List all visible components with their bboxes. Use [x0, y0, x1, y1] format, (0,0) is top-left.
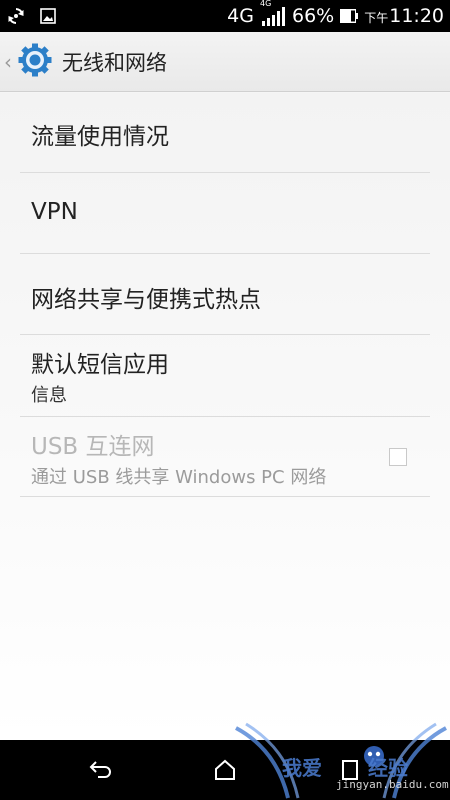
gallery-icon — [40, 8, 56, 24]
home-icon[interactable] — [212, 757, 238, 783]
settings-item-tethering-hotspot[interactable]: 网络共享与便携式热点 — [20, 254, 430, 335]
sync-icon — [6, 6, 26, 26]
status-left-icons — [6, 6, 56, 26]
clock: 11:20 — [389, 5, 444, 27]
settings-item-data-usage[interactable]: 流量使用情况 — [20, 93, 430, 173]
signal-sub-label: 4G — [259, 0, 272, 8]
action-bar[interactable]: ‹ 无线和网络 — [0, 32, 450, 92]
settings-item-title: VPN — [31, 199, 78, 225]
navigation-bar — [0, 740, 450, 800]
status-right: 4G 4G 66% 下午 11:20 — [227, 0, 444, 27]
page-title: 无线和网络 — [62, 50, 167, 75]
status-bar: 4G 4G 66% 下午 11:20 — [0, 0, 450, 32]
chevron-left-icon[interactable]: ‹ — [4, 50, 18, 74]
settings-item-title: USB 互连网 — [31, 434, 155, 460]
recents-icon[interactable] — [337, 757, 363, 783]
usb-internet-checkbox[interactable] — [389, 448, 407, 466]
battery-percent: 66% — [291, 5, 335, 27]
settings-item-usb-internet[interactable]: USB 互连网 通过 USB 线共享 Windows PC 网络 — [20, 417, 430, 497]
battery-icon — [340, 9, 359, 23]
settings-item-summary: 信息 — [31, 385, 67, 406]
settings-item-default-sms-app[interactable]: 默认短信应用 信息 — [20, 335, 430, 417]
settings-list: 流量使用情况 VPN 网络共享与便携式热点 默认短信应用 信息 USB 互连网 … — [0, 93, 450, 740]
settings-item-title: 网络共享与便携式热点 — [31, 287, 261, 313]
settings-item-vpn[interactable]: VPN — [20, 173, 430, 254]
settings-item-summary: 通过 USB 线共享 Windows PC 网络 — [31, 467, 327, 488]
settings-gear-icon[interactable] — [18, 43, 52, 81]
back-icon[interactable] — [88, 757, 114, 783]
settings-item-title: 流量使用情况 — [31, 124, 169, 150]
network-type-label: 4G — [227, 5, 254, 27]
settings-item-title: 默认短信应用 — [31, 352, 169, 378]
signal-bars-icon: 4G — [260, 0, 286, 27]
time-period: 下午 — [364, 11, 389, 25]
